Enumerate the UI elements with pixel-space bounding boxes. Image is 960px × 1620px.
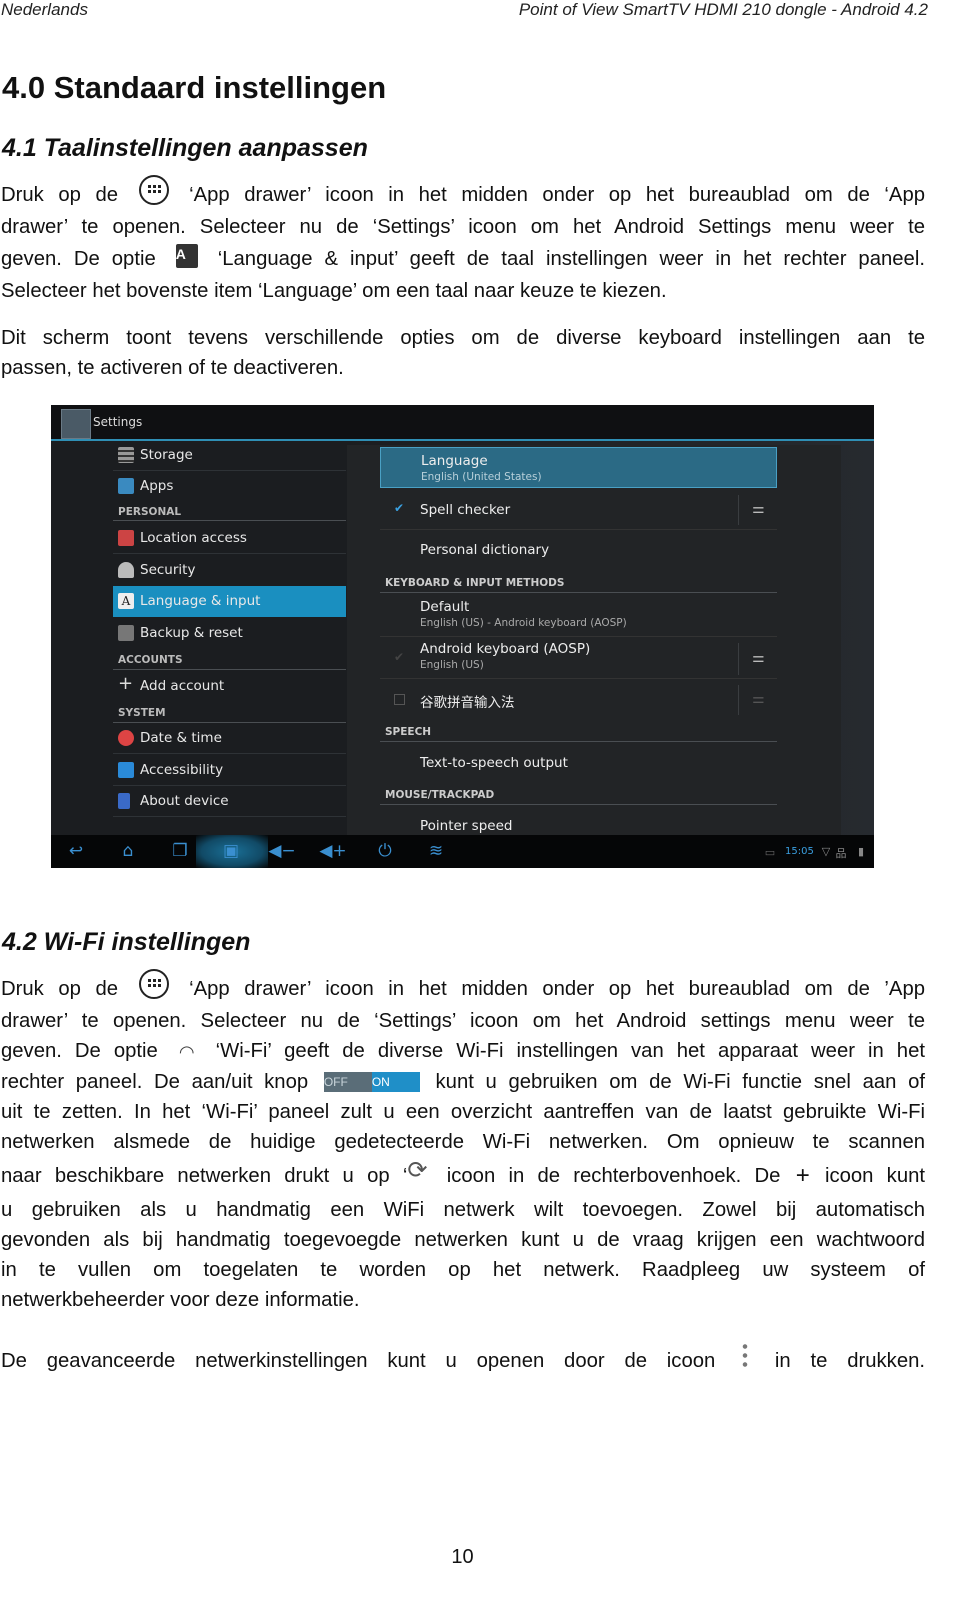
divider (380, 741, 777, 742)
pinyin-option[interactable]: 谷歌拼音输入法 ⚌ (380, 685, 777, 721)
lock-icon (118, 562, 134, 578)
settings-app-icon (61, 409, 91, 439)
menu-apps[interactable]: Apps (113, 471, 346, 502)
paragraph-4-2-a: Druk op de ‘App drawer’ icoon in het mid… (1, 968, 925, 1315)
aosp-checkbox[interactable]: ✔ (394, 651, 405, 663)
home-icon[interactable]: ⌂ (113, 841, 143, 861)
plus-icon: + (118, 673, 134, 694)
divider (738, 685, 739, 715)
section-keyboard-input: KEYBOARD & INPUT METHODS (385, 577, 565, 589)
header-left: Nederlands (1, 0, 88, 19)
divider (113, 669, 346, 670)
menu-add-account[interactable]: + Add account (113, 671, 346, 702)
menu-security[interactable]: Security (113, 555, 346, 586)
power-icon[interactable]: ⏻ (370, 841, 400, 861)
divider (380, 592, 777, 593)
app-drawer-icon (138, 174, 169, 205)
settings-sliders-icon[interactable]: ⚌ (752, 502, 766, 516)
location-icon (118, 530, 134, 546)
recents-icon[interactable]: ❐ (165, 841, 195, 861)
spell-checker-checkbox[interactable]: ✔ (394, 502, 405, 514)
battery-icon: ▮ (857, 845, 865, 858)
language-icon: A (118, 593, 134, 609)
notification-icon: ▭ (764, 846, 776, 859)
section-personal: PERSONAL (118, 506, 182, 518)
aosp-keyboard-option[interactable]: ✔ Android keyboard (AOSP) English (US) ⚌ (380, 641, 777, 679)
pinyin-checkbox[interactable] (394, 694, 405, 705)
navigation-bar: ↩ ⌂ ❐ ▣ ◀− ◀+ ⏻ ≋ ▭ 15:05 ▽ 品 ▮ (51, 835, 874, 868)
settings-sliders-icon[interactable]: ⚌ (752, 651, 766, 665)
menu-collapse-icon[interactable]: ≋ (421, 841, 451, 861)
accessibility-icon (118, 762, 134, 778)
divider (738, 643, 739, 675)
section-title-4-2: 4.2 Wi-Fi instellingen (2, 928, 251, 956)
paragraph-4-1-b: Dit scherm toont tevens verschillende op… (1, 327, 925, 379)
menu-about-device[interactable]: About device (113, 786, 346, 817)
app-drawer-icon (138, 968, 169, 999)
settings-sliders-icon: ⚌ (752, 691, 765, 707)
menu-language-input[interactable]: A Language & input (113, 586, 346, 617)
back-icon[interactable]: ↩ (61, 841, 91, 861)
divider (113, 520, 346, 521)
plus-icon: + (795, 1162, 810, 1190)
overflow-menu-icon (741, 1341, 750, 1370)
language-input-icon: A (175, 243, 198, 268)
menu-storage[interactable]: Storage (113, 440, 346, 471)
section-title-4-1: 4.1 Taalinstellingen aanpassen (2, 134, 368, 162)
menu-date-time[interactable]: Date & time (113, 723, 346, 754)
screenshot-icon[interactable]: ▣ (216, 841, 246, 861)
settings-screenshot: Settings Storage Apps PERSONAL Location … (51, 405, 874, 868)
section-mouse-trackpad: MOUSE/TRACKPAD (385, 789, 495, 801)
section-speech: SPEECH (385, 726, 432, 738)
section-system: SYSTEM (118, 707, 166, 719)
menu-accessibility[interactable]: Accessibility (113, 755, 346, 786)
backup-icon (118, 625, 134, 641)
paragraph-4-1-a: Druk op de ‘App drawer’ icoon in het mid… (1, 174, 925, 306)
refresh-icon: ⟳ (407, 1157, 428, 1185)
volume-down-icon[interactable]: ◀− (267, 841, 297, 861)
storage-icon (118, 447, 134, 463)
apps-icon (118, 478, 134, 494)
device-icon (118, 793, 130, 809)
wifi-toggle: OFF ON (323, 1072, 420, 1093)
divider (738, 495, 739, 525)
menu-backup[interactable]: Backup & reset (113, 618, 346, 649)
action-bar: Settings (51, 405, 874, 441)
page-number: 10 (451, 1546, 474, 1568)
section-accounts: ACCOUNTS (118, 654, 183, 666)
language-option[interactable]: Language English (United States) (380, 447, 777, 488)
divider (380, 804, 777, 805)
action-bar-title: Settings (93, 415, 143, 429)
default-keyboard-option[interactable]: Default English (US) - Android keyboard (… (380, 599, 777, 637)
paragraph-4-2-b: De geavanceerde netwerkinstellingen kunt… (1, 1341, 925, 1380)
volume-up-icon[interactable]: ◀+ (318, 841, 348, 861)
wifi-icon: ◠ (178, 1041, 195, 1062)
menu-location[interactable]: Location access (113, 523, 346, 554)
chapter-title: 4.0 Standaard instellingen (2, 70, 387, 105)
clock: 15:05 (785, 846, 814, 857)
spell-checker-option[interactable]: ✔ Spell checker ⚌ (380, 493, 777, 530)
clock-icon (118, 730, 134, 746)
header-right: Point of View SmartTV HDMI 210 dongle - … (518, 0, 928, 19)
